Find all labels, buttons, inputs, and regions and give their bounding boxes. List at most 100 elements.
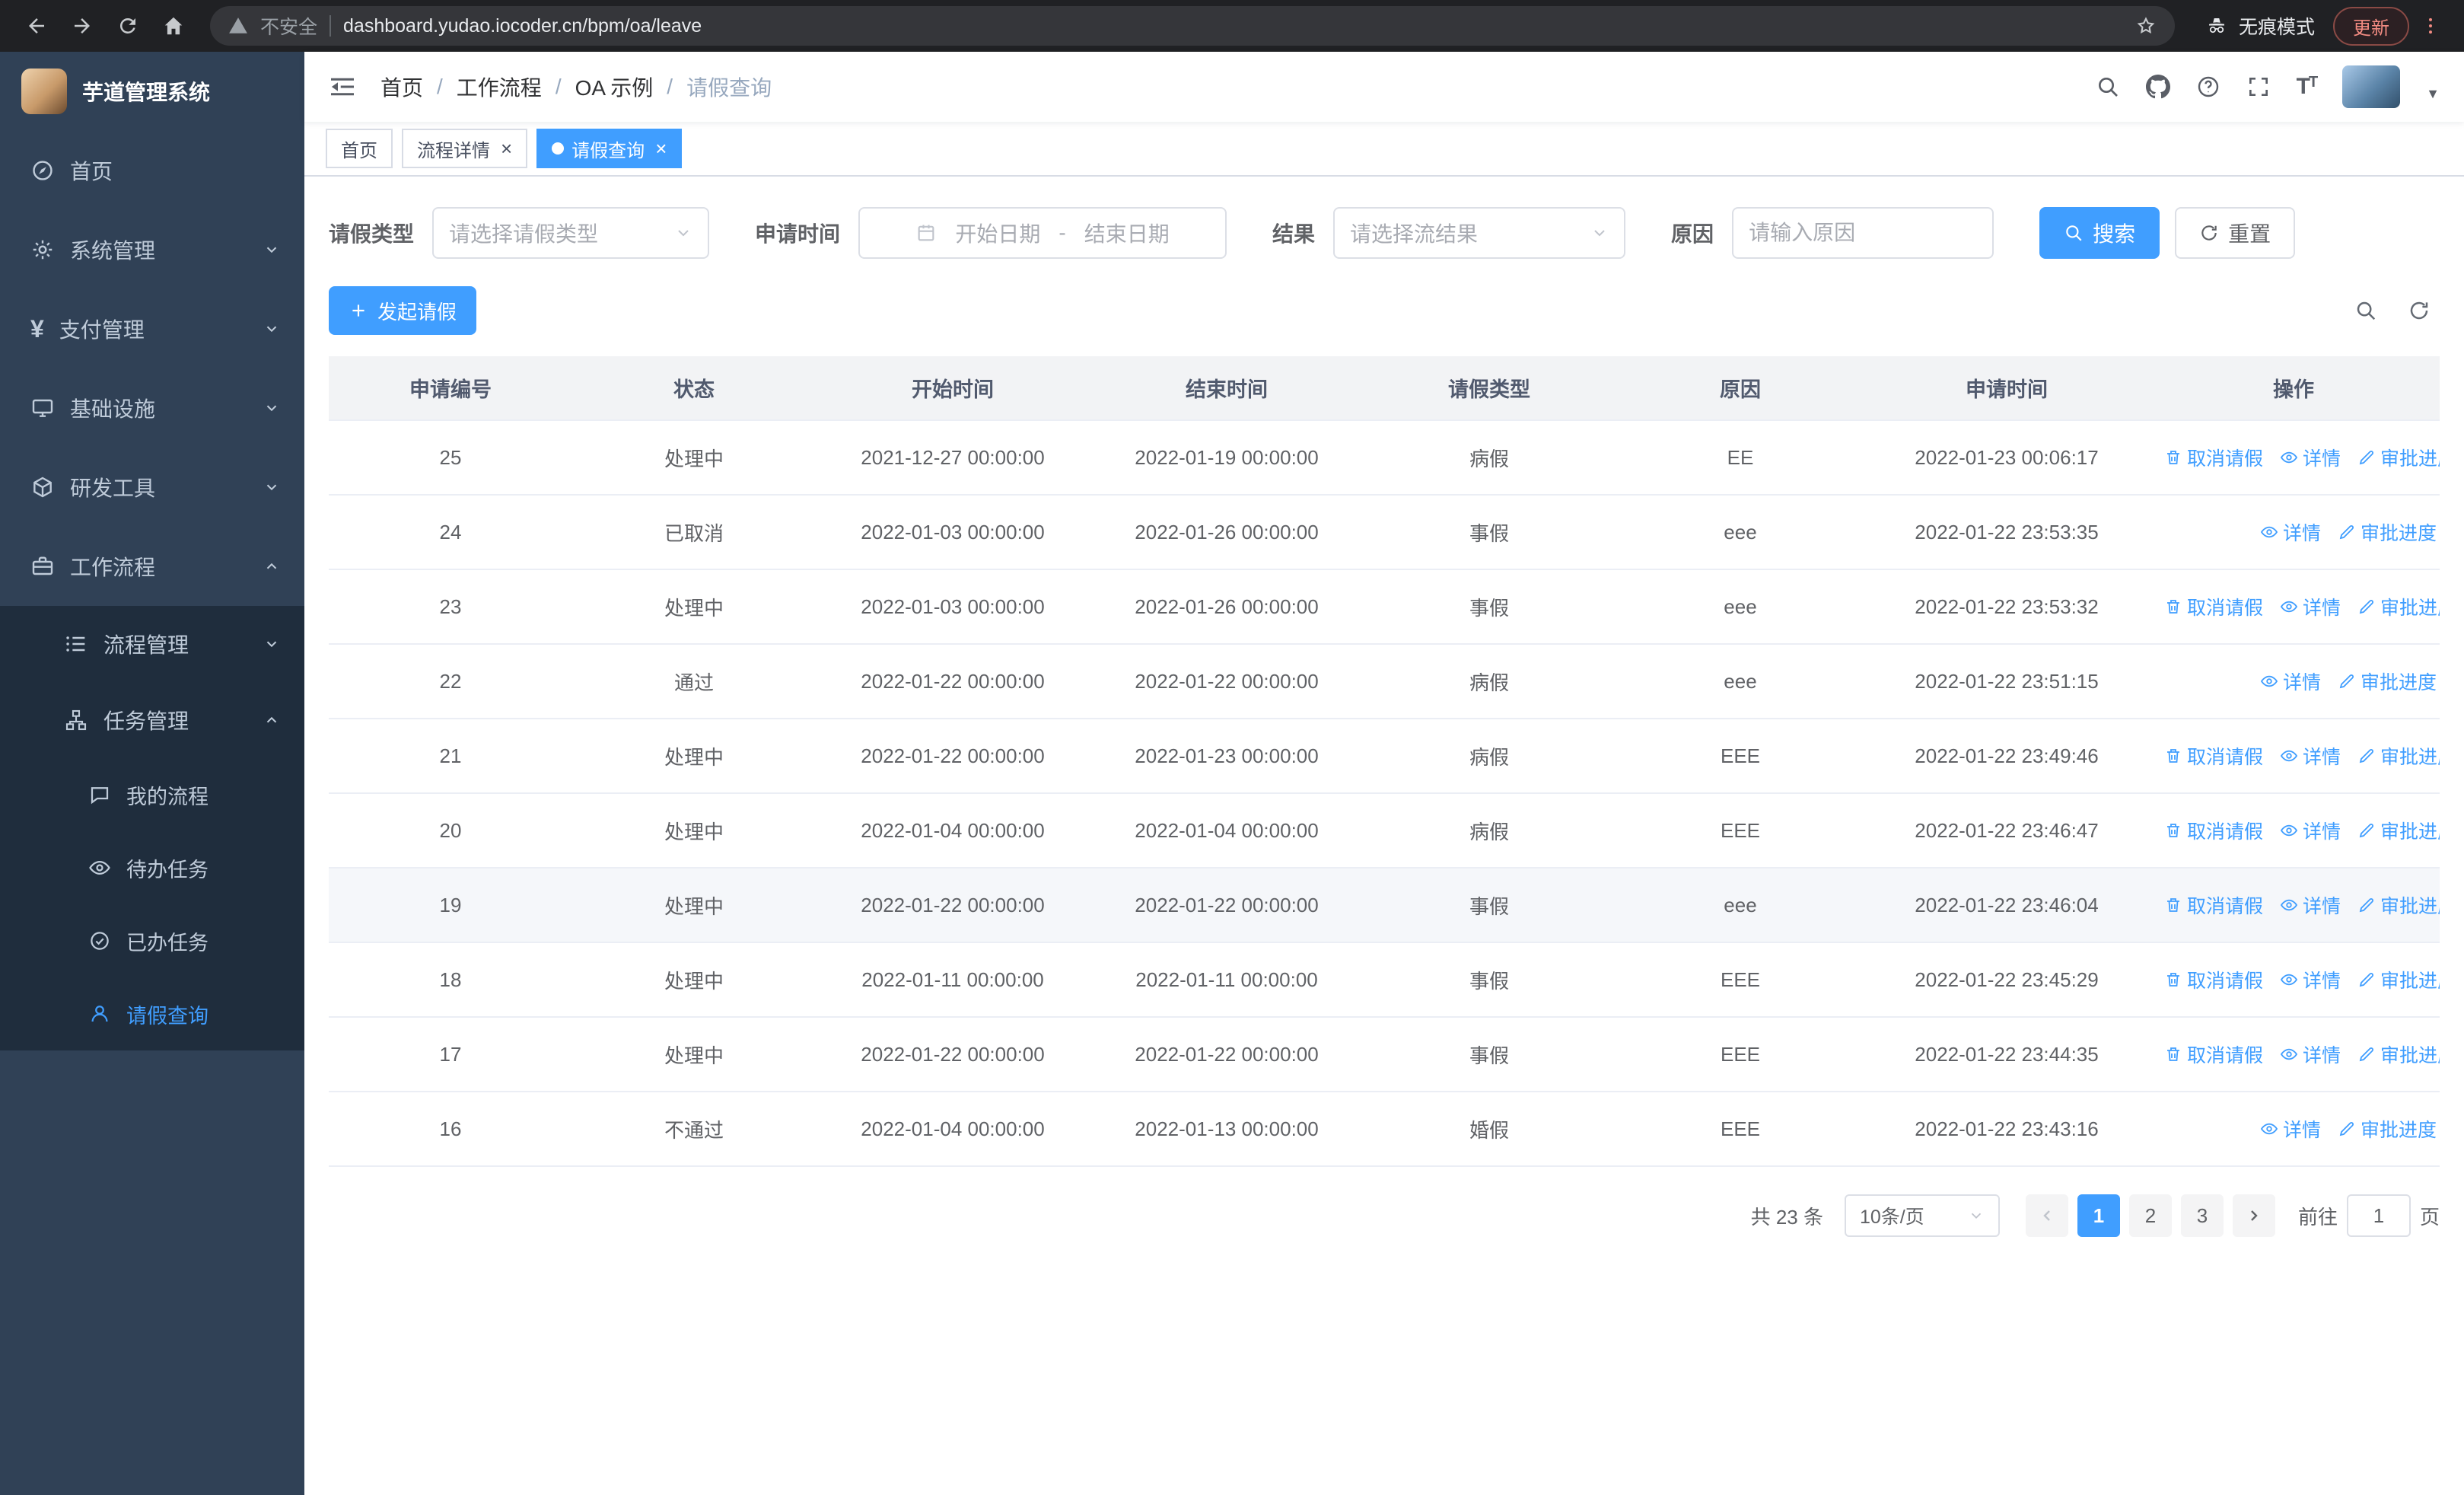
incognito-icon: [2205, 14, 2228, 37]
browser-menu-icon[interactable]: [2412, 8, 2449, 44]
sidebar-item-6[interactable]: 流程管理: [0, 606, 304, 682]
action-progress[interactable]: 审批进度: [2357, 817, 2440, 844]
collapse-sidebar-icon[interactable]: [329, 73, 356, 100]
fullscreen-icon[interactable]: [2246, 75, 2271, 99]
sidebar-item-11[interactable]: 请假查询: [0, 977, 304, 1050]
cell-reason: EE: [1615, 420, 1866, 496]
close-tab-icon[interactable]: ×: [655, 139, 667, 158]
chev-down-icon: [263, 636, 280, 652]
create-leave-button[interactable]: 发起请假: [329, 286, 477, 335]
content: 请假类型 请选择请假类型 申请时间 开始日期 - 结束日期 结果 请选择流结果 …: [304, 177, 2464, 1495]
url-text[interactable]: dashboard.yudao.iocoder.cn/bpm/oa/leave: [343, 15, 702, 37]
next-page-button[interactable]: [2232, 1194, 2275, 1237]
sidebar-item-label: 流程管理: [103, 633, 189, 657]
security-label[interactable]: 不安全: [260, 12, 317, 40]
kebab-dots-icon: [2420, 15, 2441, 37]
sidebar-item-2[interactable]: ¥ 支付管理: [0, 289, 304, 368]
chev-down-icon: [263, 241, 280, 258]
search-icon[interactable]: [2096, 75, 2120, 99]
tab-0[interactable]: 首页: [326, 129, 393, 168]
help-icon[interactable]: [2196, 75, 2220, 99]
table-row: 24 已取消 2022-01-03 00:00:00 2022-01-26 00:00…: [329, 495, 2440, 570]
reset-button[interactable]: 重置: [2175, 207, 2296, 259]
action-detail[interactable]: 详情: [2260, 518, 2321, 546]
column-header-3: 结束时间: [1090, 356, 1364, 421]
github-icon[interactable]: [2145, 75, 2170, 99]
goto-page-input[interactable]: [2346, 1194, 2411, 1237]
update-button[interactable]: 更新: [2333, 6, 2409, 46]
sidebar-item-7[interactable]: 任务管理: [0, 682, 304, 758]
breadcrumb-item-3[interactable]: 请假查询: [686, 72, 772, 102]
action-detail[interactable]: 详情: [2280, 444, 2341, 471]
close-tab-icon[interactable]: ×: [501, 139, 512, 158]
chevron-down-icon[interactable]: ▼: [2426, 86, 2440, 102]
refresh-table-icon[interactable]: [2408, 299, 2431, 322]
action-detail[interactable]: 详情: [2280, 742, 2341, 770]
tab-1[interactable]: 流程详情 ×: [402, 129, 528, 168]
action-detail[interactable]: 详情: [2280, 593, 2341, 620]
edit-icon: [2357, 598, 2376, 616]
reload-icon[interactable]: [107, 5, 149, 47]
home-icon[interactable]: [152, 5, 195, 47]
cell-leave_type: 婚假: [1364, 1092, 1615, 1167]
action-progress[interactable]: 审批进度: [2338, 1115, 2437, 1143]
action-cancel[interactable]: 取消请假: [2164, 891, 2263, 919]
app-logo[interactable]: 芋道管理系统: [0, 52, 304, 131]
action-cancel[interactable]: 取消请假: [2164, 593, 2263, 620]
action-detail[interactable]: 详情: [2260, 668, 2321, 695]
font-size-icon[interactable]: TT: [2297, 74, 2319, 100]
sidebar-item-9[interactable]: 待办任务: [0, 831, 304, 904]
result-select[interactable]: 请选择流结果: [1333, 207, 1626, 259]
search-button[interactable]: 搜索: [2039, 207, 2160, 259]
action-progress[interactable]: 审批进度: [2357, 742, 2440, 770]
action-detail[interactable]: 详情: [2280, 966, 2341, 993]
action-cancel[interactable]: 取消请假: [2164, 742, 2263, 770]
action-progress[interactable]: 审批进度: [2357, 593, 2440, 620]
sidebar-item-8[interactable]: 我的流程: [0, 758, 304, 831]
action-detail[interactable]: 详情: [2280, 817, 2341, 844]
action-cancel[interactable]: 取消请假: [2164, 817, 2263, 844]
reason-input[interactable]: [1749, 221, 1978, 245]
sidebar-item-4[interactable]: 研发工具: [0, 448, 304, 527]
page-1-button[interactable]: 1: [2077, 1194, 2120, 1237]
sidebar-item-1[interactable]: 系统管理: [0, 210, 304, 289]
cell-status: 处理中: [572, 868, 816, 943]
breadcrumb-item-0[interactable]: 首页: [380, 72, 423, 102]
action-progress[interactable]: 审批进度: [2338, 518, 2437, 546]
page-size-select[interactable]: 10条/页: [1844, 1194, 2000, 1237]
action-progress[interactable]: 审批进度: [2357, 1041, 2440, 1068]
forward-icon[interactable]: [61, 5, 103, 47]
toggle-search-icon[interactable]: [2354, 299, 2377, 322]
action-cancel[interactable]: 取消请假: [2164, 1041, 2263, 1068]
reload-circle-icon: [116, 14, 139, 37]
action-detail[interactable]: 详情: [2280, 891, 2341, 919]
cell-end_time: 2022-01-04 00:00:00: [1090, 793, 1364, 869]
breadcrumb-item-1[interactable]: 工作流程: [457, 72, 542, 102]
table-row: 22 通过 2022-01-22 00:00:00 2022-01-22 00:00:…: [329, 644, 2440, 719]
back-icon[interactable]: [15, 5, 58, 47]
page-2-button[interactable]: 2: [2128, 1194, 2172, 1237]
avatar[interactable]: [2342, 65, 2401, 108]
tab-2[interactable]: 请假查询 ×: [536, 129, 683, 168]
leave-type-select[interactable]: 请选择请假类型: [432, 207, 710, 259]
action-detail[interactable]: 详情: [2280, 1041, 2341, 1068]
apply-time-range-picker[interactable]: 开始日期 - 结束日期: [858, 207, 1227, 259]
page-3-button[interactable]: 3: [2180, 1194, 2224, 1237]
sidebar-item-5[interactable]: 工作流程: [0, 527, 304, 606]
action-cancel[interactable]: 取消请假: [2164, 966, 2263, 993]
breadcrumb-item-2[interactable]: OA 示例: [575, 72, 654, 102]
action-detail[interactable]: 详情: [2260, 1115, 2321, 1143]
action-progress[interactable]: 审批进度: [2357, 966, 2440, 993]
sidebar-item-0[interactable]: 首页: [0, 131, 304, 210]
prev-page-button[interactable]: [2025, 1194, 2068, 1237]
action-cancel[interactable]: 取消请假: [2164, 444, 2263, 471]
action-progress[interactable]: 审批进度: [2357, 891, 2440, 919]
column-header-5: 原因: [1615, 356, 1866, 421]
action-progress[interactable]: 审批进度: [2338, 668, 2437, 695]
action-progress[interactable]: 审批进度: [2357, 444, 2440, 471]
bookmark-star-icon[interactable]: [2135, 15, 2157, 37]
sidebar-item-3[interactable]: 基础设施: [0, 368, 304, 448]
address-bar[interactable]: 不安全 dashboard.yudao.iocoder.cn/bpm/oa/le…: [210, 6, 2175, 46]
incognito-profile-chip[interactable]: 无痕模式: [2190, 12, 2330, 40]
sidebar-item-10[interactable]: 已办任务: [0, 904, 304, 977]
